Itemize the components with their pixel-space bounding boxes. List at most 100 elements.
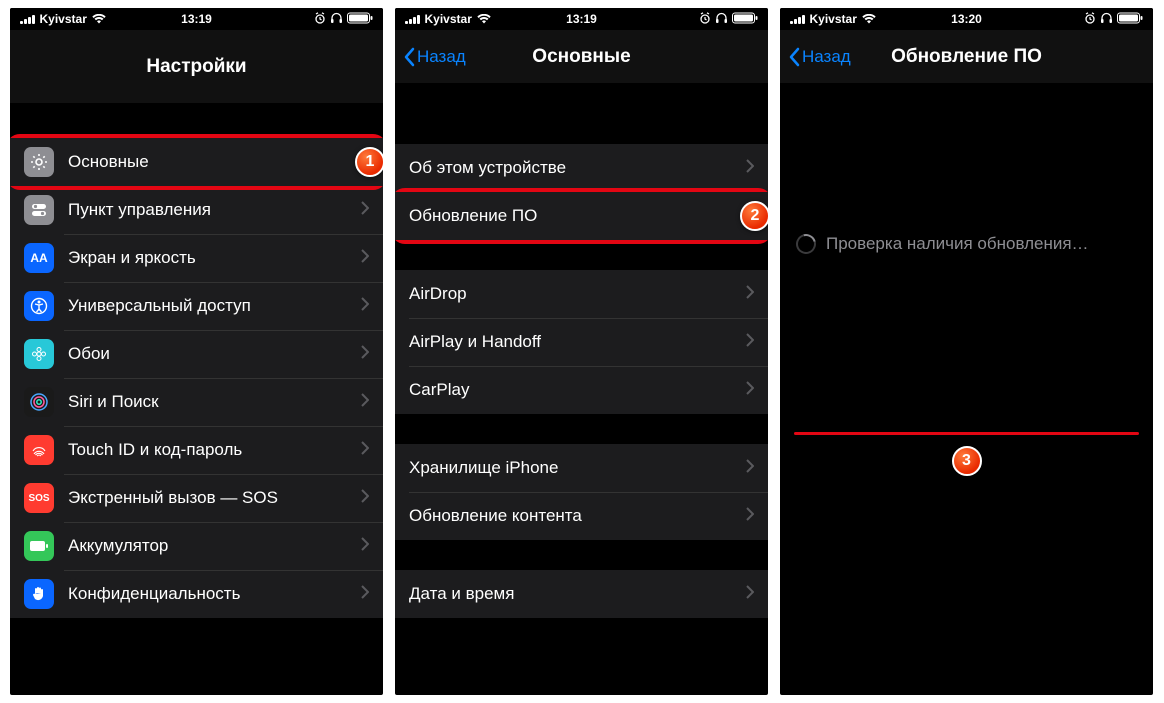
wifi-icon <box>477 14 491 24</box>
toggles-icon <box>24 195 54 225</box>
page-title: Настройки <box>10 56 383 78</box>
row-about[interactable]: Об этом устройстве <box>395 144 768 192</box>
battery-icon <box>347 12 373 27</box>
nav-bar: Назад Основные <box>395 30 768 84</box>
row-label: Хранилище iPhone <box>409 458 746 478</box>
row-label: Экстренный вызов — SOS <box>68 488 361 508</box>
row-label: Универсальный доступ <box>68 296 361 316</box>
wifi-icon <box>862 14 876 24</box>
sos-icon: SOS <box>24 483 54 513</box>
signal-icon <box>790 14 805 24</box>
status-time: 13:19 <box>566 12 597 26</box>
nav-bar: Настройки <box>10 30 383 104</box>
signal-icon <box>20 14 35 24</box>
wifi-icon <box>92 14 106 24</box>
carrier-label: Kyivstar <box>40 12 87 26</box>
row-wallpaper[interactable]: Обои <box>10 330 383 378</box>
checking-status: Проверка наличия обновления… <box>780 234 1153 254</box>
back-button[interactable]: Назад <box>403 47 466 67</box>
step-badge-3: 3 <box>952 446 982 476</box>
back-label: Назад <box>802 47 851 67</box>
chevron-right-icon <box>746 458 754 478</box>
chevron-right-icon <box>361 200 369 220</box>
status-bar: Kyivstar 13:19 <box>395 8 768 30</box>
row-privacy[interactable]: Конфиденциальность <box>10 570 383 618</box>
headphones-icon <box>1100 12 1113 27</box>
row-accessibility[interactable]: Универсальный доступ <box>10 282 383 330</box>
chevron-right-icon <box>361 488 369 508</box>
status-time: 13:20 <box>951 12 982 26</box>
row-label: Экран и яркость <box>68 248 361 268</box>
row-carplay[interactable]: CarPlay <box>395 366 768 414</box>
siri-icon <box>24 387 54 417</box>
highlight-software-update: Обновление ПО 2 <box>395 188 768 244</box>
status-time: 13:19 <box>181 12 212 26</box>
hand-icon <box>24 579 54 609</box>
row-datetime[interactable]: Дата и время <box>395 570 768 618</box>
carrier-label: Kyivstar <box>810 12 857 26</box>
row-airplay[interactable]: AirPlay и Handoff <box>395 318 768 366</box>
row-siri[interactable]: Siri и Поиск <box>10 378 383 426</box>
row-background-refresh[interactable]: Обновление контента <box>395 492 768 540</box>
step-badge-1: 1 <box>355 147 383 177</box>
row-storage[interactable]: Хранилище iPhone <box>395 444 768 492</box>
step-badge-2: 2 <box>740 201 768 231</box>
chevron-right-icon <box>361 440 369 460</box>
row-airdrop[interactable]: AirDrop <box>395 270 768 318</box>
row-label: Siri и Поиск <box>68 392 361 412</box>
chevron-right-icon <box>746 380 754 400</box>
spinner-icon <box>792 230 819 257</box>
row-label: AirPlay и Handoff <box>409 332 746 352</box>
back-label: Назад <box>417 47 466 67</box>
status-bar: Kyivstar 13:19 <box>10 8 383 30</box>
row-label: Пункт управления <box>68 200 361 220</box>
headphones-icon <box>330 12 343 27</box>
headphones-icon <box>715 12 728 27</box>
row-label: Обновление ПО <box>409 206 746 226</box>
phone-screen-3: Kyivstar 13:20 Назад Обновление ПО Прове… <box>780 8 1153 695</box>
carrier-label: Kyivstar <box>425 12 472 26</box>
row-battery[interactable]: Аккумулятор <box>10 522 383 570</box>
chevron-right-icon <box>746 506 754 526</box>
row-label: Конфиденциальность <box>68 584 361 604</box>
chevron-right-icon <box>746 584 754 604</box>
row-label: Touch ID и код-пароль <box>68 440 361 460</box>
row-label: Аккумулятор <box>68 536 361 556</box>
row-software-update[interactable]: Обновление ПО <box>395 192 768 240</box>
back-button[interactable]: Назад <box>788 47 851 67</box>
row-display[interactable]: AA Экран и яркость <box>10 234 383 282</box>
chevron-right-icon <box>361 536 369 556</box>
phone-screen-1: Kyivstar 13:19 Настройки Основные 1 <box>10 8 383 695</box>
status-bar: Kyivstar 13:20 <box>780 8 1153 30</box>
row-general[interactable]: Основные <box>10 138 383 186</box>
row-label: AirDrop <box>409 284 746 304</box>
highlight-general: Основные 1 <box>10 134 383 190</box>
battery-icon <box>1117 12 1143 27</box>
row-label: Обои <box>68 344 361 364</box>
row-touchid[interactable]: Touch ID и код-пароль <box>10 426 383 474</box>
row-control-center[interactable]: Пункт управления <box>10 186 383 234</box>
signal-icon <box>405 14 420 24</box>
phone-screen-2: Kyivstar 13:19 Назад Основные Об этом ус… <box>395 8 768 695</box>
chevron-right-icon <box>746 284 754 304</box>
battery-icon <box>24 531 54 561</box>
chevron-right-icon <box>361 248 369 268</box>
chevron-right-icon <box>361 392 369 412</box>
fingerprint-icon <box>24 435 54 465</box>
row-label: Дата и время <box>409 584 746 604</box>
row-label: Основные <box>68 152 361 172</box>
alarm-icon <box>699 12 711 27</box>
accessibility-icon <box>24 291 54 321</box>
chevron-right-icon <box>746 332 754 352</box>
row-sos[interactable]: SOS Экстренный вызов — SOS <box>10 474 383 522</box>
alarm-icon <box>314 12 326 27</box>
chevron-right-icon <box>361 584 369 604</box>
row-label: Обновление контента <box>409 506 746 526</box>
flower-icon <box>24 339 54 369</box>
row-label: Об этом устройстве <box>409 158 746 178</box>
row-label: CarPlay <box>409 380 746 400</box>
chevron-right-icon <box>361 296 369 316</box>
nav-bar: Назад Обновление ПО <box>780 30 1153 84</box>
battery-icon <box>732 12 758 27</box>
chevron-right-icon <box>361 344 369 364</box>
